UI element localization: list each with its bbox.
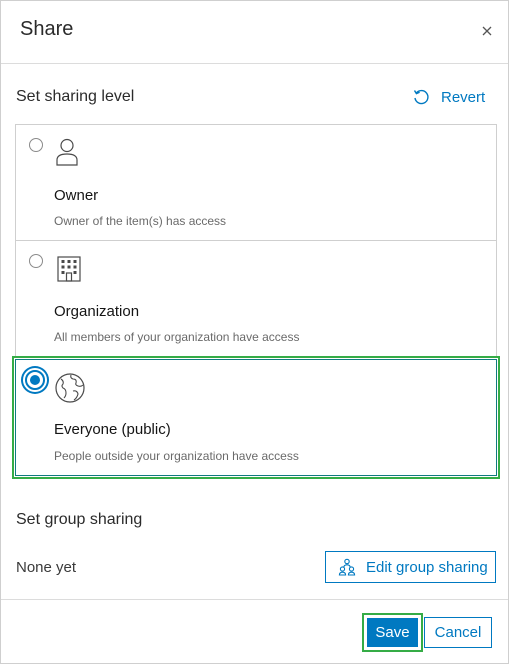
option-title: Organization <box>54 303 140 320</box>
revert-label: Revert <box>441 88 486 106</box>
sharing-options: Owner Owner of the item(s) has access Or… <box>12 124 500 479</box>
revert-button[interactable]: Revert <box>411 85 485 109</box>
everyone-radio[interactable] <box>25 370 45 390</box>
organization-radio[interactable] <box>29 254 43 268</box>
building-icon <box>54 253 84 288</box>
group-icon <box>338 558 356 576</box>
user-icon <box>54 137 80 172</box>
dialog-header: Share <box>1 1 508 64</box>
group-sharing-label: Set group sharing <box>16 511 143 528</box>
sharing-level-label: Set sharing level <box>16 88 135 105</box>
undo-icon <box>413 89 429 105</box>
option-title: Owner <box>54 187 99 204</box>
close-icon <box>482 26 492 36</box>
group-sharing-status: None yet <box>16 559 77 576</box>
edit-group-sharing-label: Edit group sharing <box>366 558 488 576</box>
option-organization[interactable]: Organization All members of your organiz… <box>15 240 497 357</box>
option-everyone[interactable]: Everyone (public) People outside your or… <box>12 356 500 479</box>
globe-icon <box>54 372 86 409</box>
option-title: Everyone (public) <box>54 421 171 438</box>
owner-radio[interactable] <box>29 138 43 152</box>
option-owner[interactable]: Owner Owner of the item(s) has access <box>15 124 497 241</box>
save-button-highlight: Save <box>362 613 423 652</box>
option-description: Owner of the item(s) has access <box>54 214 227 228</box>
close-button[interactable] <box>476 20 498 42</box>
share-dialog: Share Set sharing level Revert Owner Own… <box>0 0 509 664</box>
footer-divider <box>1 599 508 600</box>
dialog-title: Share <box>20 18 74 40</box>
save-button[interactable]: Save <box>367 618 418 647</box>
cancel-button[interactable]: Cancel <box>424 617 492 648</box>
edit-group-sharing-button[interactable]: Edit group sharing <box>325 551 496 583</box>
option-description: People outside your organization have ac… <box>54 449 299 463</box>
option-description: All members of your organization have ac… <box>54 330 300 344</box>
